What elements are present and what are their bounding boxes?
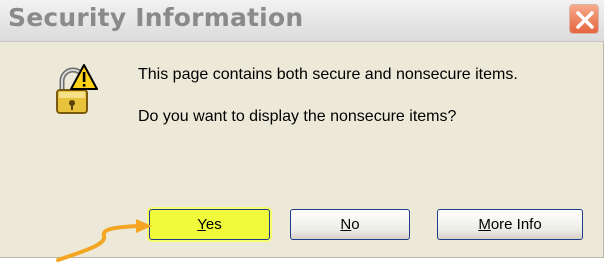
yes-label-rest: es bbox=[205, 216, 222, 233]
more-info-button[interactable]: More Info bbox=[437, 209, 583, 240]
no-label-rest: o bbox=[351, 216, 360, 233]
no-access-key: N bbox=[340, 216, 352, 233]
dialog-title: Security Information bbox=[8, 3, 304, 32]
title-bar[interactable]: Security Information bbox=[0, 0, 604, 42]
close-button[interactable] bbox=[569, 4, 599, 34]
no-button[interactable]: No bbox=[290, 209, 410, 240]
message-line-1: This page contains both secure and nonse… bbox=[138, 66, 518, 83]
security-warning-icon bbox=[56, 64, 98, 114]
message-line-2: Do you want to display the nonsecure ite… bbox=[138, 108, 457, 125]
more-info-access-key: M bbox=[478, 216, 491, 233]
annotation-arrow bbox=[56, 219, 152, 262]
close-icon bbox=[576, 11, 594, 29]
yes-access-key: Y bbox=[197, 216, 206, 233]
more-info-label-rest: ore Info bbox=[490, 216, 542, 233]
